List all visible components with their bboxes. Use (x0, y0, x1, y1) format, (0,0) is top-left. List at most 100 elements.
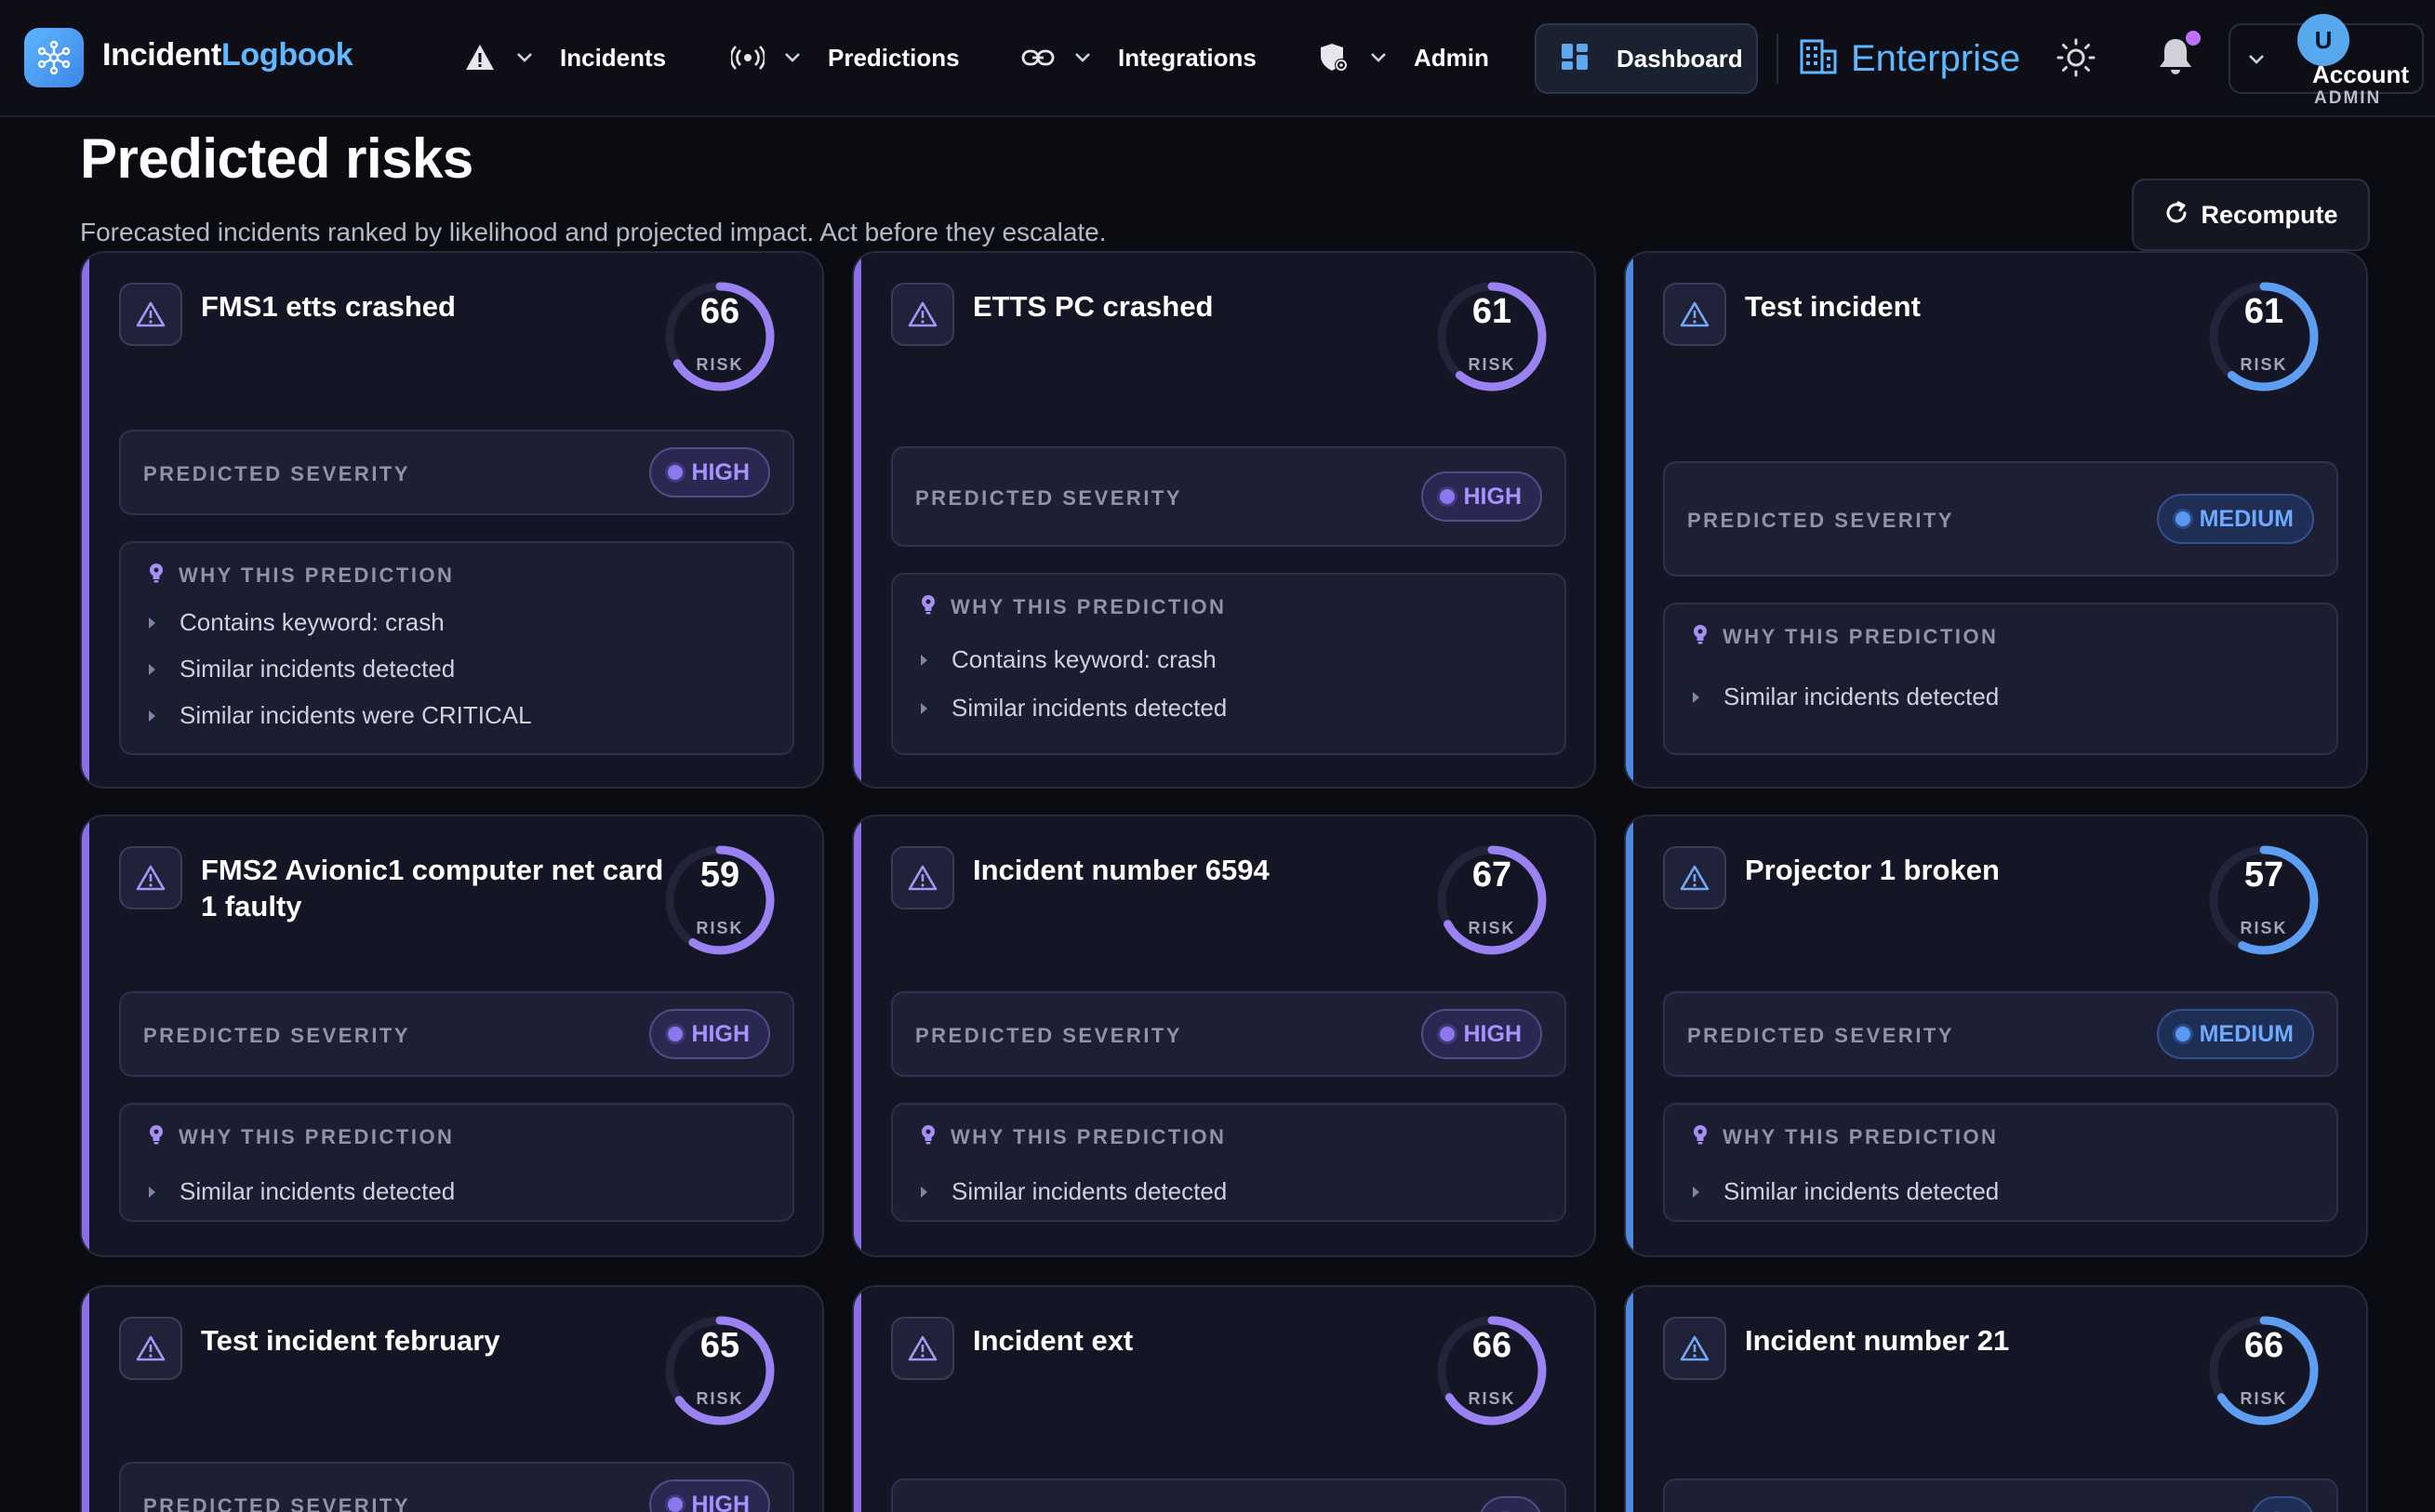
why-prediction-header: WHY THIS PREDICTION (147, 562, 454, 589)
broadcast-icon (729, 39, 766, 76)
severity-badge: MEDIUM (2156, 494, 2314, 544)
app-logo[interactable] (24, 28, 84, 87)
predicted-severity-panel: PREDICTED SEVERITY MEDIUM (1663, 461, 2338, 577)
risk-score: 59 (699, 855, 740, 895)
caret-right-icon (149, 710, 155, 722)
lightbulb-icon (147, 1123, 166, 1150)
why-prediction-label: WHY THIS PREDICTION (179, 563, 455, 587)
why-prediction-header: WHY THIS PREDICTION (919, 1123, 1226, 1150)
severity-text: MEDIUM (2199, 1020, 2294, 1047)
prediction-reasons-panel: WHY THIS PREDICTION Similar incidents de… (119, 1103, 794, 1222)
prediction-reason: Similar incidents detected (1693, 1177, 1999, 1206)
nav-predictions[interactable]: Predictions (729, 30, 960, 86)
risk-label: RISK (1468, 919, 1516, 937)
avatar[interactable]: U (2297, 14, 2349, 66)
prediction-reason: Similar incidents detected (149, 1177, 455, 1206)
prediction-reason: Contains keyword: crash (921, 645, 1217, 674)
risk-label: RISK (696, 1389, 744, 1408)
risk-gauge: 66 RISK (2206, 1313, 2333, 1439)
incident-title[interactable]: Projector 1 broken (1745, 852, 2210, 888)
risk-label: RISK (696, 355, 744, 374)
prediction-reason: Similar incidents detected (149, 655, 455, 683)
chevron-down-icon[interactable] (778, 39, 807, 76)
severity-text: HIGH (691, 1491, 751, 1512)
app-brand-name[interactable]: IncidentLogbook (102, 37, 353, 73)
predicted-severity-panel: PREDICTED SEVERITY HIGH (119, 1462, 794, 1512)
chevron-down-icon[interactable] (2247, 46, 2266, 78)
refresh-icon (2163, 200, 2189, 231)
account-name: Account (2312, 60, 2409, 88)
chevron-down-icon[interactable] (1068, 39, 1098, 76)
predicted-severity-label: PREDICTED SEVERITY (143, 1494, 411, 1512)
why-prediction-header: WHY THIS PREDICTION (919, 593, 1226, 620)
risk-gauge: 57 RISK (2206, 842, 2333, 969)
lightbulb-icon (919, 593, 938, 620)
account-role: ADMIN (2314, 88, 2382, 108)
severity-text: HIGH (1463, 483, 1523, 510)
severity-badge: HIGH (648, 447, 770, 497)
network-hub-icon (37, 40, 71, 75)
risk-card[interactable]: FMS1 etts crashed 66 RISK PREDICTED SEVE… (80, 251, 824, 789)
severity-text: HIGH (1463, 1020, 1523, 1047)
incident-title[interactable]: FMS2 Avionic1 computer net card 1 faulty (201, 852, 666, 924)
dashboard-button[interactable]: Dashboard (1535, 23, 1758, 94)
risk-card[interactable]: Projector 1 broken 57 RISK PREDICTED SEV… (1624, 815, 2368, 1257)
reason-text: Similar incidents detected (951, 694, 1228, 722)
reason-text: Similar incidents detected (180, 655, 456, 683)
caret-right-icon (921, 654, 927, 666)
incident-title[interactable]: Incident number 6594 (973, 852, 1438, 888)
sun-icon[interactable] (2056, 37, 2096, 83)
risk-label: RISK (696, 919, 744, 937)
why-prediction-label: WHY THIS PREDICTION (179, 1124, 455, 1148)
incident-title[interactable]: FMS1 etts crashed (201, 288, 666, 325)
top-navigation-bar: IncidentLogbook Incidents Predictions In… (0, 0, 2435, 117)
risk-score: 65 (699, 1326, 740, 1365)
warning-triangle-icon (891, 283, 954, 346)
why-prediction-header: WHY THIS PREDICTION (1691, 623, 1998, 650)
severity-accent-bar (854, 816, 861, 1255)
warning-triangle-icon (119, 1317, 182, 1380)
severity-accent-bar (82, 253, 89, 787)
risk-label: RISK (2240, 355, 2288, 374)
severity-accent-bar (854, 1287, 861, 1512)
severity-accent-bar (1626, 253, 1633, 787)
chevron-down-icon[interactable] (1364, 39, 1393, 76)
page-title: Predicted risks (80, 127, 473, 190)
predicted-severity-panel: PREDICTED SEVERITY HIGH (119, 991, 794, 1077)
recompute-button[interactable]: Recompute (2132, 179, 2370, 251)
incident-title[interactable]: Test incident february (201, 1322, 666, 1359)
severity-text: HIGH (691, 458, 751, 485)
risk-card[interactable]: Incident number 6594 67 RISK PREDICTED S… (852, 815, 1596, 1257)
warning-triangle-icon (1663, 1317, 1726, 1380)
nav-admin-label: Admin (1414, 43, 1489, 72)
predicted-severity-panel: PREDICTED SEVERITY HIGH (119, 430, 794, 515)
nav-incidents-label: Incidents (560, 43, 667, 72)
incident-title[interactable]: ETTS PC crashed (973, 288, 1438, 325)
risk-card[interactable]: Test incident 61 RISK PREDICTED SEVERITY… (1624, 251, 2368, 789)
nav-admin[interactable]: Admin (1315, 30, 1489, 86)
reason-text: Similar incidents were CRITICAL (180, 701, 532, 729)
risk-gauge: 61 RISK (2206, 279, 2333, 405)
risk-card[interactable]: Incident ext 66 RISK PREDICTED SEVERITY (852, 1285, 1596, 1512)
nav-integrations[interactable]: Integrations (1019, 30, 1257, 86)
prediction-reasons-panel: WHY THIS PREDICTION Similar incidents de… (891, 1103, 1566, 1222)
nav-incidents[interactable]: Incidents (461, 30, 666, 86)
prediction-reason: Contains keyword: crash (149, 608, 445, 637)
risk-card[interactable]: FMS2 Avionic1 computer net card 1 faulty… (80, 815, 824, 1257)
risk-card[interactable]: Incident number 21 66 RISK PREDICTED SEV… (1624, 1285, 2368, 1512)
predicted-severity-label: PREDICTED SEVERITY (1687, 1024, 1955, 1047)
severity-badge: HIGH (648, 1009, 770, 1059)
why-prediction-label: WHY THIS PREDICTION (951, 1124, 1227, 1148)
incident-title[interactable]: Incident ext (973, 1322, 1438, 1359)
chevron-down-icon[interactable] (510, 39, 539, 76)
lightbulb-icon (147, 562, 166, 589)
nav-divider (1776, 33, 1778, 84)
account-menu[interactable]: U Account ADMIN (2229, 14, 2424, 108)
incident-title[interactable]: Incident number 21 (1745, 1322, 2210, 1359)
risk-card[interactable]: ETTS PC crashed 61 RISK PREDICTED SEVERI… (852, 251, 1596, 789)
severity-badge (1479, 1496, 1542, 1512)
risk-card[interactable]: Test incident february 65 RISK PREDICTED… (80, 1285, 824, 1512)
nav-predictions-label: Predictions (828, 43, 960, 72)
prediction-reasons-panel: WHY THIS PREDICTION Similar incidents de… (1663, 1103, 2338, 1222)
incident-title[interactable]: Test incident (1745, 288, 2210, 325)
